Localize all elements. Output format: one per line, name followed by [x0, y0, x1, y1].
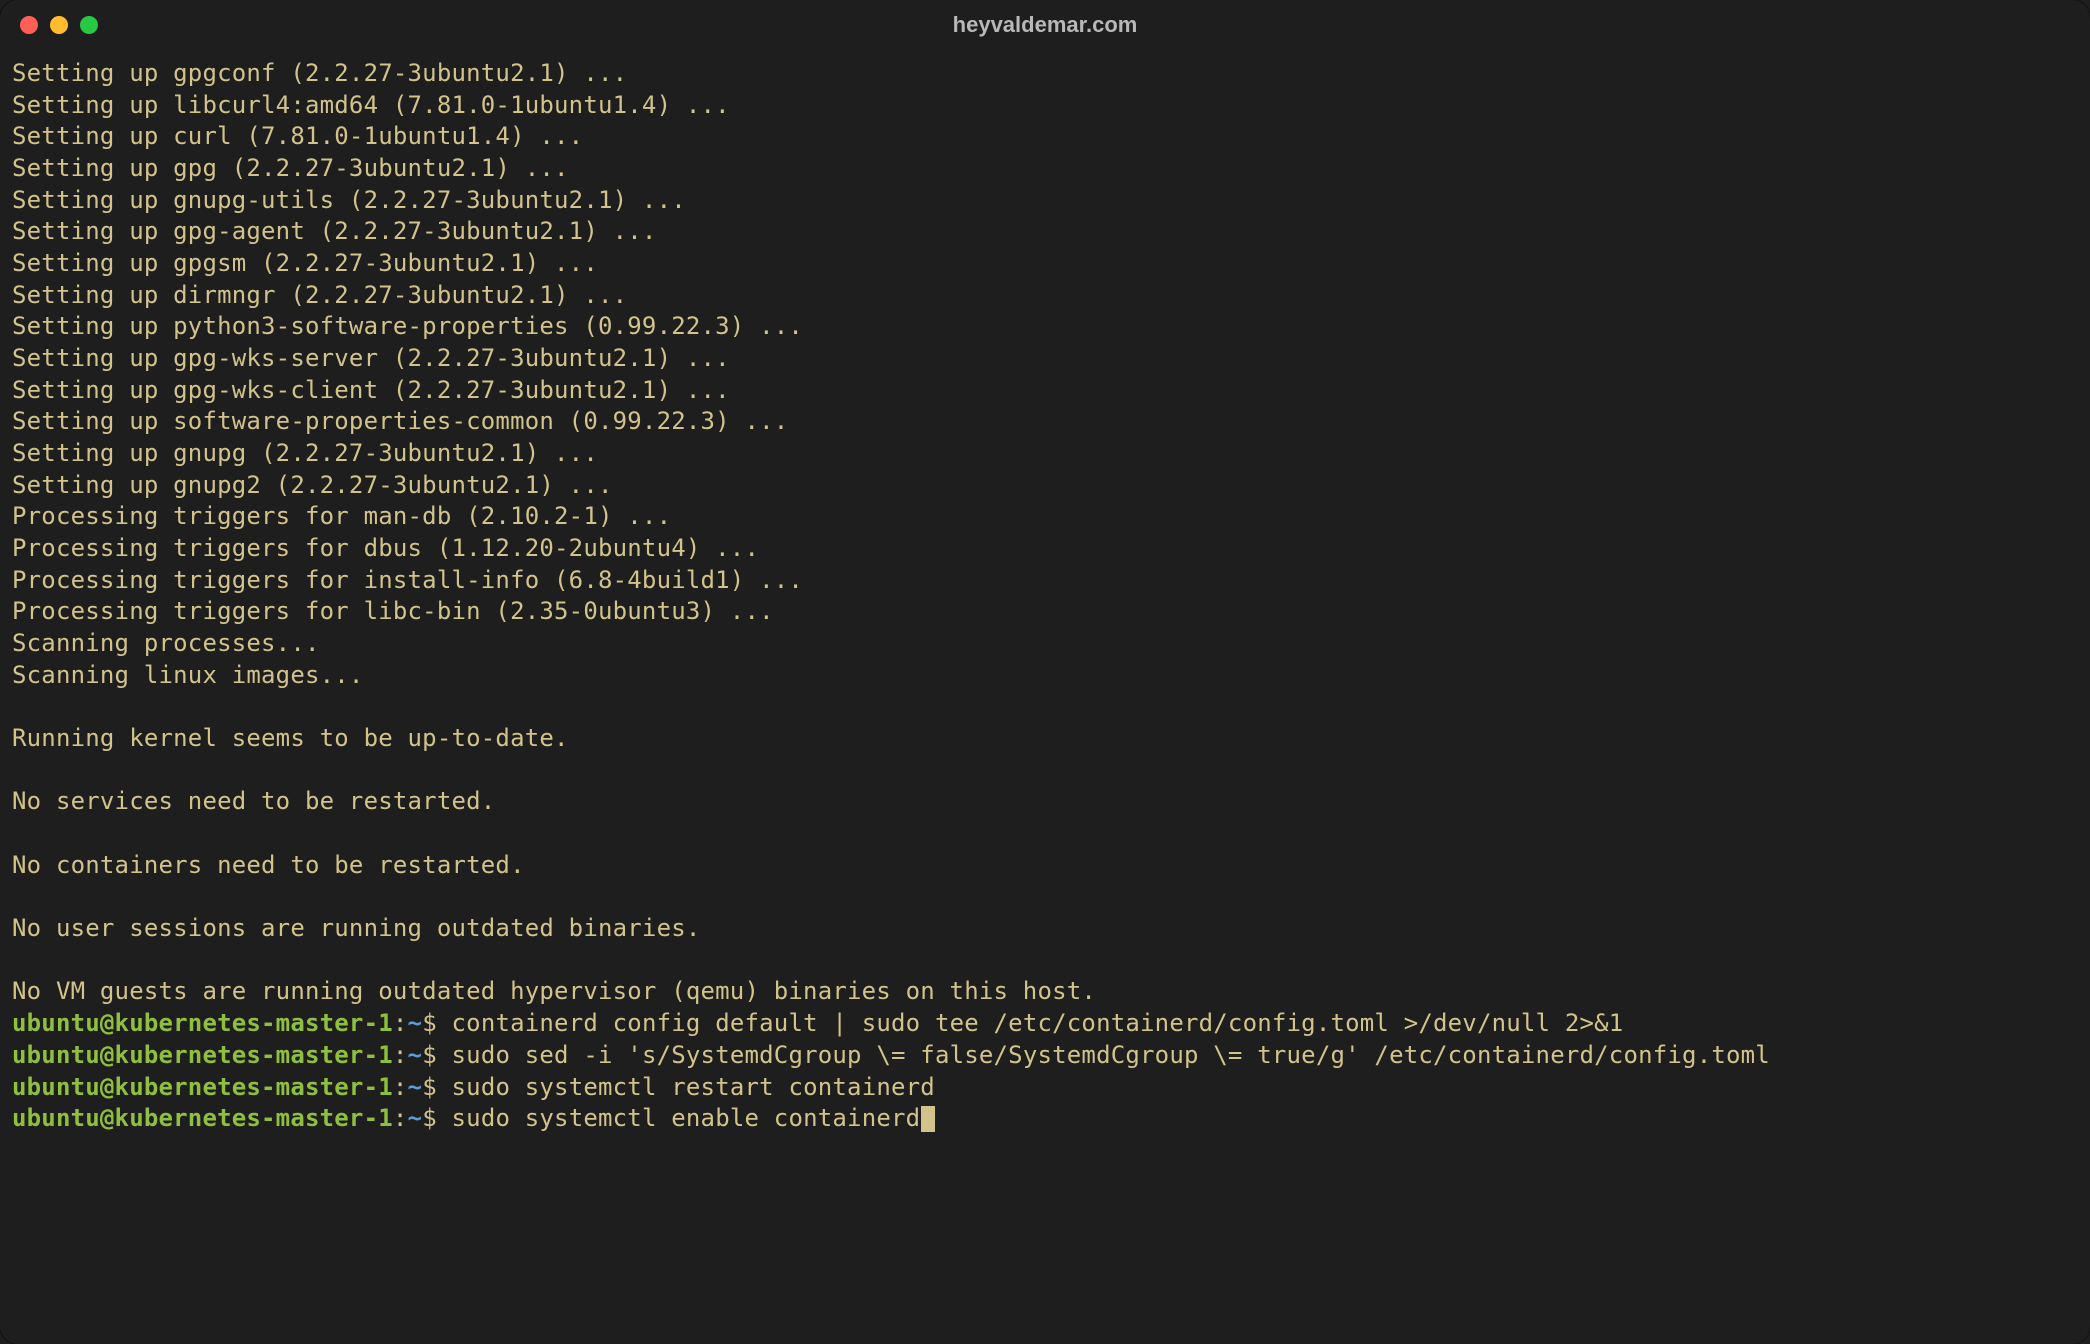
output-line: No VM guests are running outdated hyperv…	[12, 976, 2078, 1008]
prompt-path: ~	[408, 1104, 423, 1132]
prompt-colon: :	[393, 1041, 408, 1069]
prompt-dollar: $	[422, 1104, 451, 1132]
output-line: Setting up curl (7.81.0-1ubuntu1.4) ...	[12, 121, 2078, 153]
prompt-colon: :	[393, 1073, 408, 1101]
traffic-lights	[20, 16, 98, 34]
output-line: Setting up python3-software-properties (…	[12, 311, 2078, 343]
prompt-path: ~	[408, 1041, 423, 1069]
output-line: No user sessions are running outdated bi…	[12, 913, 2078, 945]
terminal-content[interactable]: Setting up gpgconf (2.2.27-3ubuntu2.1) .…	[0, 50, 2090, 1147]
output-line: Scanning linux images...	[12, 660, 2078, 692]
output-line: Setting up gnupg-utils (2.2.27-3ubuntu2.…	[12, 185, 2078, 217]
output-line: Setting up gpgconf (2.2.27-3ubuntu2.1) .…	[12, 58, 2078, 90]
close-icon[interactable]	[20, 16, 38, 34]
prompt-path: ~	[408, 1073, 423, 1101]
command-line: ubuntu@kubernetes-master-1:~$ containerd…	[12, 1008, 2078, 1040]
output-line	[12, 818, 2078, 850]
cursor-icon	[921, 1106, 935, 1132]
output-line: No containers need to be restarted.	[12, 850, 2078, 882]
output-line: No services need to be restarted.	[12, 786, 2078, 818]
prompt-dollar: $	[422, 1041, 451, 1069]
command-line: ubuntu@kubernetes-master-1:~$ sudo syste…	[12, 1072, 2078, 1104]
prompt-user-host: ubuntu@kubernetes-master-1	[12, 1104, 393, 1132]
prompt-colon: :	[393, 1104, 408, 1132]
prompt-dollar: $	[422, 1009, 451, 1037]
output-line: Scanning processes...	[12, 628, 2078, 660]
command-text: sudo systemctl restart containerd	[452, 1073, 935, 1101]
command-text: sudo sed -i 's/SystemdCgroup \= false/Sy…	[452, 1041, 1770, 1069]
output-line: Processing triggers for dbus (1.12.20-2u…	[12, 533, 2078, 565]
command-line: ubuntu@kubernetes-master-1:~$ sudo syste…	[12, 1103, 2078, 1135]
prompt-user-host: ubuntu@kubernetes-master-1	[12, 1073, 393, 1101]
output-line: Setting up gpg (2.2.27-3ubuntu2.1) ...	[12, 153, 2078, 185]
output-line: Processing triggers for libc-bin (2.35-0…	[12, 596, 2078, 628]
terminal-window: heyvaldemar.com Setting up gpgconf (2.2.…	[0, 0, 2090, 1344]
window-title: heyvaldemar.com	[953, 12, 1138, 38]
output-line: Setting up gnupg2 (2.2.27-3ubuntu2.1) ..…	[12, 470, 2078, 502]
output-line: Setting up gpg-wks-server (2.2.27-3ubunt…	[12, 343, 2078, 375]
prompt-user-host: ubuntu@kubernetes-master-1	[12, 1041, 393, 1069]
output-line	[12, 945, 2078, 977]
output-line: Processing triggers for man-db (2.10.2-1…	[12, 501, 2078, 533]
prompt-colon: :	[393, 1009, 408, 1037]
prompt-dollar: $	[422, 1073, 451, 1101]
output-line: Setting up gpg-agent (2.2.27-3ubuntu2.1)…	[12, 216, 2078, 248]
output-line: Setting up software-properties-common (0…	[12, 406, 2078, 438]
output-line: Setting up gpg-wks-client (2.2.27-3ubunt…	[12, 375, 2078, 407]
command-text: containerd config default | sudo tee /et…	[452, 1009, 1624, 1037]
prompt-path: ~	[408, 1009, 423, 1037]
prompt-user-host: ubuntu@kubernetes-master-1	[12, 1009, 393, 1037]
output-line: Running kernel seems to be up-to-date.	[12, 723, 2078, 755]
output-line: Processing triggers for install-info (6.…	[12, 565, 2078, 597]
output-line	[12, 691, 2078, 723]
minimize-icon[interactable]	[50, 16, 68, 34]
command-line: ubuntu@kubernetes-master-1:~$ sudo sed -…	[12, 1040, 2078, 1072]
output-line: Setting up dirmngr (2.2.27-3ubuntu2.1) .…	[12, 280, 2078, 312]
output-line: Setting up gpgsm (2.2.27-3ubuntu2.1) ...	[12, 248, 2078, 280]
output-line	[12, 755, 2078, 787]
titlebar: heyvaldemar.com	[0, 0, 2090, 50]
output-line: Setting up gnupg (2.2.27-3ubuntu2.1) ...	[12, 438, 2078, 470]
zoom-icon[interactable]	[80, 16, 98, 34]
output-line	[12, 881, 2078, 913]
command-text: sudo systemctl enable containerd	[452, 1104, 921, 1132]
output-line: Setting up libcurl4:amd64 (7.81.0-1ubunt…	[12, 90, 2078, 122]
